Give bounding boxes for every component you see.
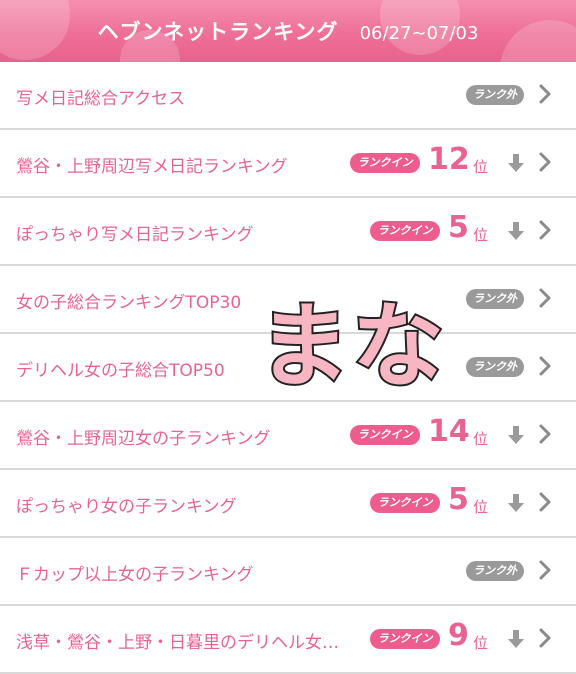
- rank-in-badge: ランクイン: [350, 153, 420, 173]
- rank-number: 9: [448, 618, 469, 653]
- chevron-right-icon[interactable]: [538, 83, 552, 105]
- rank-number: 14: [428, 414, 470, 449]
- ranking-row[interactable]: 鶯谷・上野周辺女の子ランキング ランクイン 14 位: [0, 402, 576, 470]
- trend-down-icon: [508, 630, 524, 648]
- rank-unit: 位: [473, 430, 489, 448]
- header-bar: ヘブンネットランキング 06/27~07/03: [0, 0, 576, 62]
- ranking-title: 鶯谷・上野周辺女の子ランキング: [16, 429, 271, 449]
- rank-in-badge: ランクイン: [350, 425, 420, 445]
- ranking-title: 浅草・鶯谷・上野・日暮里のデリヘル女…: [16, 633, 339, 653]
- trend-down-icon: [508, 222, 524, 240]
- ranking-row[interactable]: ぽっちゃり写メ日記ランキング ランクイン 5 位: [0, 198, 576, 266]
- chevron-right-icon[interactable]: [538, 151, 552, 173]
- rank-unit: 位: [473, 158, 489, 176]
- rank-out-badge: ランク外: [466, 561, 524, 581]
- trend-down-icon: [508, 426, 524, 444]
- page-title: ヘブンネットランキング: [97, 20, 339, 44]
- chevron-right-icon[interactable]: [538, 219, 552, 241]
- rank-out-badge: ランク外: [466, 357, 524, 377]
- chevron-right-icon[interactable]: [538, 355, 552, 377]
- rank-out-badge: ランク外: [466, 289, 524, 309]
- ranking-title: 写メ日記総合アクセス: [16, 89, 186, 109]
- ranking-title: Ｆカップ以上女の子ランキング: [16, 565, 254, 585]
- ranking-row[interactable]: Ｆカップ以上女の子ランキング ランク外: [0, 538, 576, 606]
- ranking-row[interactable]: 鶯谷・上野周辺写メ日記ランキング ランクイン 12 位: [0, 130, 576, 198]
- ranking-title: 女の子総合ランキングTOP30: [16, 293, 242, 313]
- ranking-row[interactable]: 写メ日記総合アクセス ランク外: [0, 62, 576, 130]
- ranking-title: 鶯谷・上野周辺写メ日記ランキング: [16, 157, 288, 177]
- rank-number: 12: [428, 142, 470, 177]
- chevron-right-icon[interactable]: [538, 491, 552, 513]
- chevron-right-icon[interactable]: [538, 287, 552, 309]
- trend-down-icon: [508, 494, 524, 512]
- rank-in-badge: ランクイン: [370, 493, 440, 513]
- rank-out-badge: ランク外: [466, 85, 524, 105]
- rank-unit: 位: [473, 498, 489, 516]
- rank-unit: 位: [473, 226, 489, 244]
- rank-number: 5: [448, 210, 469, 245]
- rank-unit: 位: [473, 634, 489, 652]
- rank-in-badge: ランクイン: [370, 629, 440, 649]
- ranking-title: ぽっちゃり女の子ランキング: [16, 497, 237, 517]
- ranking-title: ぽっちゃり写メ日記ランキング: [16, 225, 254, 245]
- name-overlay: まな: [256, 291, 447, 402]
- trend-down-icon: [508, 154, 524, 172]
- date-range: 06/27~07/03: [359, 23, 479, 44]
- chevron-right-icon[interactable]: [538, 627, 552, 649]
- ranking-row[interactable]: 浅草・鶯谷・上野・日暮里のデリヘル女… ランクイン 9 位: [0, 606, 576, 674]
- rank-in-badge: ランクイン: [370, 221, 440, 241]
- chevron-right-icon[interactable]: [538, 423, 552, 445]
- ranking-row[interactable]: ぽっちゃり女の子ランキング ランクイン 5 位: [0, 470, 576, 538]
- rank-number: 5: [448, 482, 469, 517]
- ranking-title: デリヘル女の子総合TOP50: [16, 361, 225, 381]
- chevron-right-icon[interactable]: [538, 559, 552, 581]
